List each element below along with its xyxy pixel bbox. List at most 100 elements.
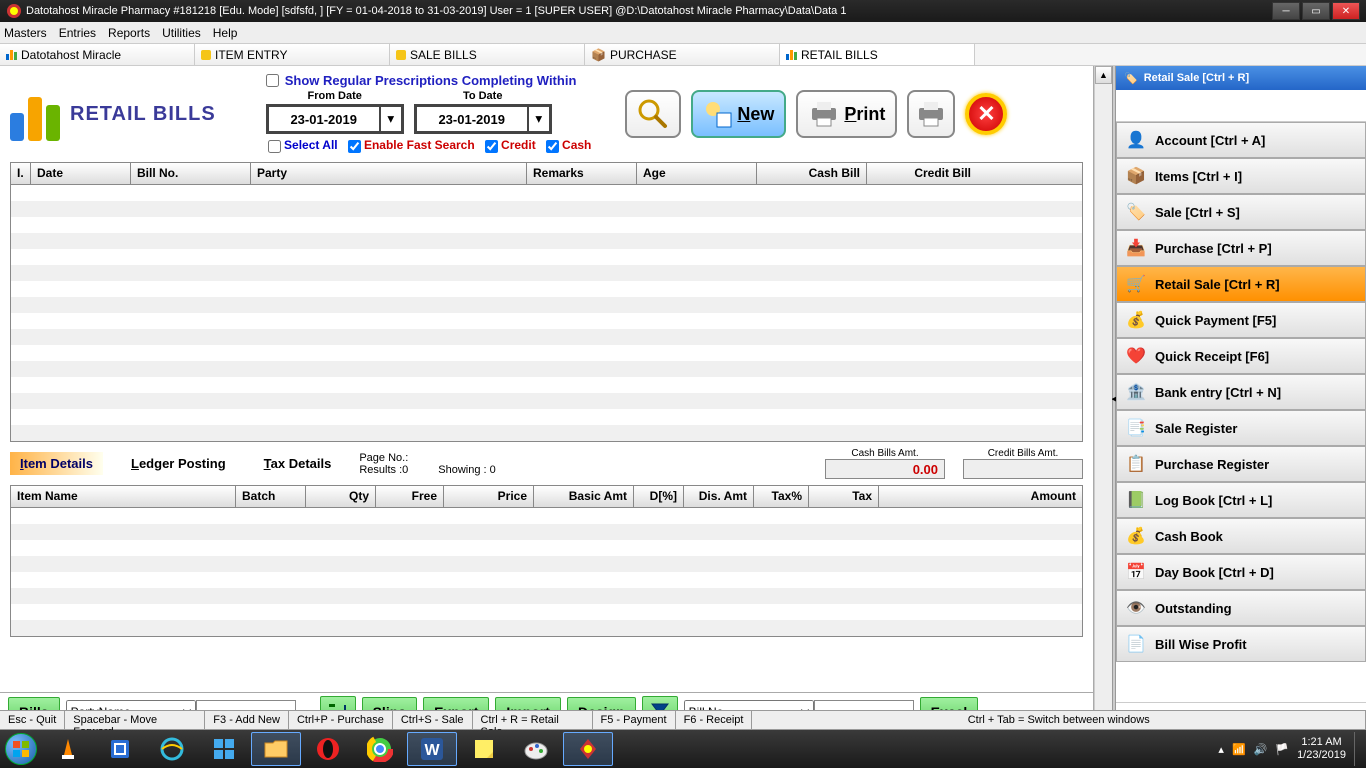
col-billno[interactable]: Bill No. — [131, 163, 251, 184]
task-vlc[interactable] — [43, 732, 93, 766]
task-paint[interactable] — [511, 732, 561, 766]
tab-tax-details[interactable]: Tax Details — [254, 452, 342, 475]
bills-grid[interactable]: I. Date Bill No. Party Remarks Age Cash … — [10, 162, 1083, 442]
rp-item-1[interactable]: 📦Items [Ctrl + I] — [1116, 158, 1366, 194]
col-party[interactable]: Party — [251, 163, 527, 184]
tray-flag-icon[interactable]: 🏳️ — [1275, 743, 1289, 756]
menu-reports[interactable]: Reports — [108, 26, 150, 40]
task-chrome[interactable] — [355, 732, 405, 766]
rp-item-2[interactable]: 🏷️Sale [Ctrl + S] — [1116, 194, 1366, 230]
page-title: RETAIL BILLS — [70, 103, 216, 126]
icol-price[interactable]: Price — [444, 486, 534, 507]
rp-icon-0: 👤 — [1125, 129, 1147, 151]
tab-ledger-posting[interactable]: Ledger Posting — [121, 452, 236, 475]
right-panel-search[interactable] — [1116, 90, 1366, 122]
rp-item-9[interactable]: 📋Purchase Register — [1116, 446, 1366, 482]
search-button[interactable] — [625, 90, 681, 138]
tab-retail-bills[interactable]: RETAIL BILLS — [780, 44, 975, 65]
rp-icon-4: 🛒 — [1125, 273, 1147, 295]
minimize-button[interactable]: ─ — [1272, 2, 1300, 20]
start-button[interactable] — [0, 730, 42, 768]
inner-scrollbar[interactable]: ▲ ▼ — [1094, 66, 1112, 730]
scroll-up-arrow[interactable]: ▲ — [1095, 66, 1112, 84]
col-age[interactable]: Age — [637, 163, 757, 184]
task-taskmgr[interactable] — [199, 732, 249, 766]
print-button[interactable]: Print — [796, 90, 897, 138]
rp-item-8[interactable]: 📑Sale Register — [1116, 410, 1366, 446]
task-word[interactable]: W — [407, 732, 457, 766]
rp-item-6[interactable]: ❤️Quick Receipt [F6] — [1116, 338, 1366, 374]
menu-masters[interactable]: Masters — [4, 26, 47, 40]
shortcut-space: Spacebar - Move Forward — [65, 711, 205, 729]
rp-item-7[interactable]: 🏦Bank entry [Ctrl + N] — [1116, 374, 1366, 410]
icol-batch[interactable]: Batch — [236, 486, 306, 507]
rp-item-13[interactable]: 👁️Outstanding — [1116, 590, 1366, 626]
close-button[interactable]: ✕ — [1332, 2, 1360, 20]
task-ie[interactable] — [147, 732, 197, 766]
print-icon-button[interactable] — [907, 90, 955, 138]
icol-amount[interactable]: Amount — [879, 486, 1082, 507]
credit-checkbox[interactable]: Credit — [485, 138, 536, 152]
rp-item-12[interactable]: 📅Day Book [Ctrl + D] — [1116, 554, 1366, 590]
icol-itemname[interactable]: Item Name — [11, 486, 236, 507]
tray-clock[interactable]: 1:21 AM 1/23/2019 — [1297, 736, 1346, 762]
col-date[interactable]: Date — [31, 163, 131, 184]
menu-utilities[interactable]: Utilities — [162, 26, 201, 40]
rp-item-14[interactable]: 📄Bill Wise Profit — [1116, 626, 1366, 662]
rp-item-11[interactable]: 💰Cash Book — [1116, 518, 1366, 554]
tab-sale-bills[interactable]: SALE BILLS — [390, 44, 585, 65]
icol-tax[interactable]: Tax — [809, 486, 879, 507]
tab-home[interactable]: Datotahost Miracle — [0, 44, 195, 65]
new-icon — [703, 99, 733, 129]
from-date-dropdown[interactable]: ▾ — [379, 107, 401, 131]
maximize-button[interactable]: ▭ — [1302, 2, 1330, 20]
from-date-input[interactable] — [269, 107, 379, 131]
tray-volume-icon[interactable]: 🔊 — [1254, 743, 1268, 756]
icol-qty[interactable]: Qty — [306, 486, 376, 507]
rp-item-0[interactable]: 👤Account [Ctrl + A] — [1116, 122, 1366, 158]
close-page-button[interactable]: ✕ — [965, 93, 1007, 135]
show-desktop-button[interactable] — [1354, 732, 1362, 766]
right-panel: 🏷️ Retail Sale [Ctrl + R] 👤Account [Ctrl… — [1116, 66, 1366, 730]
rp-item-5[interactable]: 💰Quick Payment [F5] — [1116, 302, 1366, 338]
rp-item-3[interactable]: 📥Purchase [Ctrl + P] — [1116, 230, 1366, 266]
rp-label-11: Cash Book — [1155, 529, 1223, 544]
mdi-tabs: Datotahost Miracle ITEM ENTRY SALE BILLS… — [0, 44, 1366, 66]
task-opera[interactable] — [303, 732, 353, 766]
tray-arrow-icon[interactable]: ▴ — [1218, 743, 1224, 756]
tab-purchase[interactable]: 📦PURCHASE — [585, 44, 780, 65]
show-regular-label: Show Regular Prescriptions Completing Wi… — [285, 73, 577, 88]
word-icon: W — [419, 736, 445, 762]
menu-entries[interactable]: Entries — [59, 26, 96, 40]
to-date-input[interactable] — [417, 107, 527, 131]
col-remarks[interactable]: Remarks — [527, 163, 637, 184]
enable-fast-checkbox[interactable]: Enable Fast Search — [348, 138, 475, 152]
tab-item-entry[interactable]: ITEM ENTRY — [195, 44, 390, 65]
task-screenshot[interactable] — [95, 732, 145, 766]
show-regular-checkbox[interactable] — [266, 74, 279, 87]
col-index[interactable]: I. — [11, 163, 31, 184]
icol-basic[interactable]: Basic Amt — [534, 486, 634, 507]
icol-taxpct[interactable]: Tax% — [754, 486, 809, 507]
select-all-checkbox[interactable]: Select All — [268, 138, 338, 152]
cash-checkbox[interactable]: Cash — [546, 138, 592, 152]
menu-help[interactable]: Help — [213, 26, 238, 40]
task-sticky[interactable] — [459, 732, 509, 766]
cash-amt-label: Cash Bills Amt. — [825, 448, 945, 459]
icol-free[interactable]: Free — [376, 486, 444, 507]
to-date-dropdown[interactable]: ▾ — [527, 107, 549, 131]
icol-disamt[interactable]: Dis. Amt — [684, 486, 754, 507]
rp-icon-6: ❤️ — [1125, 345, 1147, 367]
items-grid[interactable]: Item Name Batch Qty Free Price Basic Amt… — [10, 485, 1083, 637]
new-button[interactable]: New — [691, 90, 786, 138]
task-explorer[interactable] — [251, 732, 301, 766]
tray-network-icon[interactable]: 📶 — [1232, 743, 1246, 756]
rp-icon-2: 🏷️ — [1125, 201, 1147, 223]
icol-dpct[interactable]: D[%] — [634, 486, 684, 507]
rp-item-4[interactable]: 🛒Retail Sale [Ctrl + R] — [1116, 266, 1366, 302]
rp-item-10[interactable]: 📗Log Book [Ctrl + L] — [1116, 482, 1366, 518]
col-cashbill[interactable]: Cash Bill — [757, 163, 867, 184]
tab-item-details[interactable]: Item Details — [10, 452, 103, 475]
col-creditbill[interactable]: Credit Bill — [867, 163, 977, 184]
task-app[interactable] — [563, 732, 613, 766]
